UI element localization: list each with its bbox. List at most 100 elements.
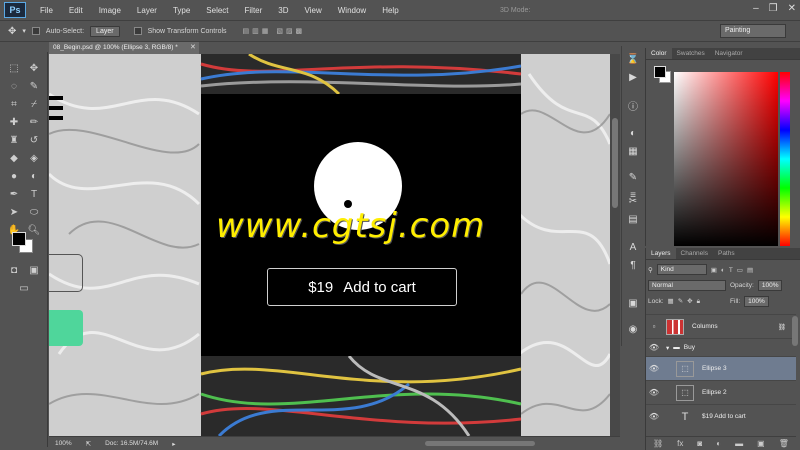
crop-tool-icon[interactable]: ⌗ (6, 96, 22, 112)
workspace-dropdown[interactable]: Painting (720, 24, 786, 38)
tool-preset-chevron-icon[interactable]: ▾ (22, 27, 26, 35)
lock-icons[interactable]: ▦✎✥🔒︎ (668, 297, 705, 306)
kind-filter-dropdown[interactable]: Kind (656, 264, 707, 275)
new-group-icon[interactable]: ▬ (735, 439, 743, 448)
actions-icon[interactable]: ▶ (626, 70, 640, 84)
layer-ellipse-3[interactable]: 👁︎ ⬚ Ellipse 3 (646, 356, 796, 380)
path-select-icon[interactable]: ➤ (6, 204, 22, 220)
eye-icon[interactable]: 👁︎ (646, 412, 662, 421)
dodge-tool-icon[interactable]: ◐ (26, 168, 42, 184)
adjustment-layer-icon[interactable]: ◐ (716, 439, 721, 448)
lasso-tool-icon[interactable]: ◌ (6, 78, 22, 94)
brush-presets-icon[interactable]: ✎ (626, 170, 640, 184)
status-menu-icon[interactable]: ▸ (172, 440, 175, 448)
tool-presets-icon[interactable]: ▤ (626, 212, 640, 226)
auto-select-checkbox[interactable] (31, 27, 40, 35)
marquee-tool-icon[interactable]: ⬚ (6, 60, 22, 76)
vertical-scrollbar[interactable] (610, 54, 620, 436)
healing-brush-icon[interactable]: ✚ (6, 114, 22, 130)
brush-tool-icon[interactable]: ✏ (26, 114, 42, 130)
ellipse-tool-icon[interactable]: ⬭ (26, 204, 42, 220)
move-tool-icon[interactable]: ✥ (26, 60, 42, 76)
type-tool-icon[interactable]: T (26, 186, 42, 202)
eye-icon[interactable]: 👁︎ (646, 343, 662, 352)
zoom-tool-icon[interactable]: 🔍︎ (26, 222, 42, 238)
menu-view[interactable]: View (297, 6, 330, 15)
blur-tool-icon[interactable]: ● (6, 168, 22, 184)
hue-slider[interactable] (780, 72, 790, 246)
info-icon[interactable]: ⓘ (626, 98, 640, 113)
paint-bucket-icon[interactable]: ◈ (26, 150, 42, 166)
paragraph-icon[interactable]: ¶ (626, 258, 640, 272)
clone-source-icon[interactable]: ✂ (626, 194, 640, 208)
quick-select-icon[interactable]: ✎ (26, 78, 42, 94)
color-field[interactable] (674, 72, 778, 246)
auto-select-dropdown[interactable]: Layer (90, 25, 120, 37)
layer-ellipse-2[interactable]: 👁︎ ⬚ Ellipse 2 (646, 380, 796, 404)
foreground-color-swatch[interactable] (12, 232, 26, 246)
toggle-icon[interactable]: ◉ (626, 322, 640, 336)
layer-group-buy[interactable]: 👁︎ ▾ ▬ Buy (646, 338, 796, 356)
doc-size[interactable]: Doc: 16.5M/74.6M (105, 440, 158, 447)
tab-navigator[interactable]: Navigator (710, 48, 748, 59)
artboard-icon[interactable]: ▭ (16, 280, 32, 296)
move-tool-icon[interactable]: ✥ (8, 26, 16, 37)
document-canvas[interactable]: $19 Add to cart www.cgtsj.com (49, 54, 610, 436)
tab-paths[interactable]: Paths (713, 248, 740, 259)
panel-foreground-swatch[interactable] (654, 66, 666, 78)
align-icons[interactable]: ▤▥▦ ▧▨▩ (243, 27, 306, 35)
fill-field[interactable]: 100% (744, 296, 769, 307)
link-layers-icon[interactable]: ⛓ (653, 439, 663, 448)
restore-icon[interactable]: ❐ (769, 3, 778, 14)
history-brush-icon[interactable]: ↺ (26, 132, 42, 148)
layer-columns[interactable]: ▫ Columns ⛓ (646, 314, 796, 338)
eye-icon[interactable]: 👁︎ (646, 388, 662, 397)
pen-tool-icon[interactable]: ✒ (6, 186, 22, 202)
tab-color[interactable]: Color (646, 48, 672, 59)
menu-window[interactable]: Window (330, 6, 374, 15)
menu-edit[interactable]: Edit (61, 6, 91, 15)
eyedropper-icon[interactable]: ⌿ (26, 96, 42, 112)
add-to-cart-button[interactable]: $19 Add to cart (267, 268, 457, 306)
minimize-icon[interactable]: – (753, 3, 759, 14)
character-icon[interactable]: A (626, 240, 640, 254)
chevron-down-icon[interactable]: ▾ (666, 344, 669, 352)
eraser-tool-icon[interactable]: ◆ (6, 150, 22, 166)
transform-controls-checkbox[interactable] (133, 27, 142, 35)
close-icon[interactable]: ✕ (788, 3, 796, 14)
fx-icon[interactable]: fx (677, 439, 683, 448)
visibility-toggle-empty[interactable]: ▫ (646, 322, 662, 331)
menu-image[interactable]: Image (91, 6, 129, 15)
layers-scroll-thumb[interactable] (792, 316, 798, 346)
menu-help[interactable]: Help (374, 6, 406, 15)
horizontal-scrollbar[interactable] (425, 441, 535, 446)
tab-layers[interactable]: Layers (646, 248, 676, 259)
styles-icon[interactable]: ▦ (626, 144, 640, 158)
clone-stamp-icon[interactable]: ♜ (6, 132, 22, 148)
menu-3d[interactable]: 3D (270, 6, 296, 15)
menu-filter[interactable]: Filter (237, 6, 271, 15)
trash-icon[interactable]: 🗑︎ (779, 439, 789, 448)
opacity-field[interactable]: 100% (757, 280, 783, 291)
eye-icon[interactable]: 👁︎ (646, 364, 662, 373)
mask-icon[interactable]: ◙ (697, 439, 702, 448)
menu-layer[interactable]: Layer (129, 6, 165, 15)
filter-icons[interactable]: ▣◐T▭▤ (711, 266, 757, 274)
properties-icon[interactable]: ▣ (626, 296, 640, 310)
history-icon[interactable]: ⌛ (626, 52, 640, 66)
close-tab-icon[interactable]: ✕ (190, 43, 196, 51)
quick-mask-icon[interactable]: ◘ (6, 262, 22, 278)
menu-file[interactable]: File (32, 6, 61, 15)
layer-text-add-to-cart[interactable]: 👁︎ T $19 Add to cart (646, 404, 796, 428)
export-icon[interactable]: ⇱ (86, 440, 91, 448)
tab-channels[interactable]: Channels (676, 248, 713, 259)
menu-type[interactable]: Type (165, 6, 198, 15)
blend-mode-dropdown[interactable]: Normal (648, 280, 726, 291)
document-tab[interactable]: 08_Begin.psd @ 100% (Ellipse 3, RGB/8) * (49, 42, 199, 54)
adjustments-icon[interactable]: ◐ (626, 126, 640, 140)
scroll-thumb[interactable] (612, 118, 618, 208)
new-layer-icon[interactable]: ▣ (757, 439, 765, 448)
menu-select[interactable]: Select (198, 6, 236, 15)
zoom-level[interactable]: 100% (55, 440, 72, 447)
tab-swatches[interactable]: Swatches (672, 48, 710, 59)
